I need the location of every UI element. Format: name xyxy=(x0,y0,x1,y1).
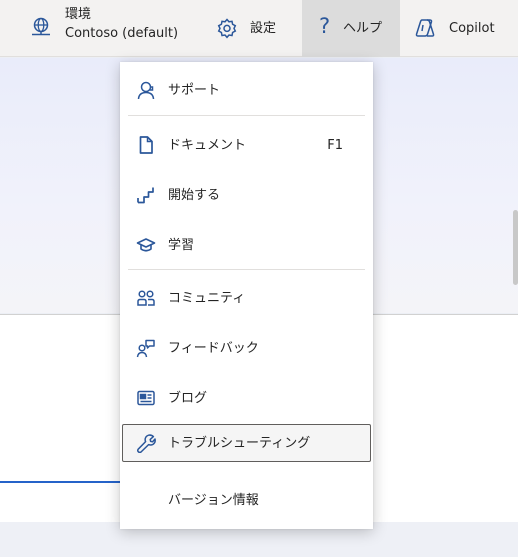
menu-item-label: フィードバック xyxy=(168,341,259,356)
environment-value: Contoso (default) xyxy=(65,26,179,41)
copilot-icon xyxy=(414,17,436,39)
globe-icon xyxy=(30,16,52,38)
question-icon: ? xyxy=(319,14,331,38)
wrench-icon xyxy=(136,433,156,453)
copilot-label: Copilot xyxy=(449,21,495,36)
selected-tab-indicator xyxy=(0,481,120,483)
command-bar: 環境 Contoso (default) 設定 ? ヘルプ Copilot xyxy=(0,0,518,57)
keyboard-shortcut: F1 xyxy=(327,138,343,153)
menu-item-get-started[interactable]: 開始する xyxy=(120,171,373,219)
person-support-icon xyxy=(136,80,156,100)
news-icon xyxy=(136,388,156,408)
menu-item-community[interactable]: コミュニティ xyxy=(120,274,373,322)
menu-item-learn[interactable]: 学習 xyxy=(120,221,373,269)
person-feedback-icon xyxy=(136,338,156,358)
menu-item-troubleshooting[interactable]: トラブルシューティング xyxy=(122,424,371,462)
help-menu: サポート ドキュメント F1 開始する 学習 コミュニティ フィードバック ブロ… xyxy=(120,62,373,529)
menu-item-documentation[interactable]: ドキュメント F1 xyxy=(120,121,373,169)
stairs-icon xyxy=(136,185,156,205)
menu-item-blog[interactable]: ブログ xyxy=(120,374,373,422)
environment-label: 環境 xyxy=(65,7,92,22)
menu-divider xyxy=(128,269,365,270)
menu-item-label: 学習 xyxy=(168,238,195,253)
menu-divider xyxy=(128,115,365,116)
graduation-cap-icon xyxy=(136,235,156,255)
settings-button[interactable]: 設定 xyxy=(212,0,302,57)
people-community-icon xyxy=(136,288,156,308)
gear-icon xyxy=(216,17,238,39)
document-icon xyxy=(136,135,156,155)
copilot-button[interactable]: Copilot xyxy=(400,0,518,57)
help-label: ヘルプ xyxy=(343,21,383,36)
menu-item-label: ドキュメント xyxy=(168,138,247,153)
menu-item-label: バージョン情報 xyxy=(168,493,259,508)
environment-picker[interactable]: 環境 Contoso (default) xyxy=(24,0,214,57)
menu-item-feedback[interactable]: フィードバック xyxy=(120,324,373,372)
menu-item-label: コミュニティ xyxy=(168,291,246,306)
menu-item-label: 開始する xyxy=(168,188,221,203)
scrollbar-thumb[interactable] xyxy=(513,210,518,285)
menu-item-label: ブログ xyxy=(168,391,208,406)
menu-item-support[interactable]: サポート xyxy=(120,66,373,114)
menu-item-version-info[interactable]: バージョン情報 xyxy=(120,476,373,524)
settings-label: 設定 xyxy=(250,21,277,36)
menu-item-label: トラブルシューティング xyxy=(168,436,311,451)
menu-item-label: サポート xyxy=(168,83,221,98)
help-button[interactable]: ? ヘルプ xyxy=(302,0,400,57)
